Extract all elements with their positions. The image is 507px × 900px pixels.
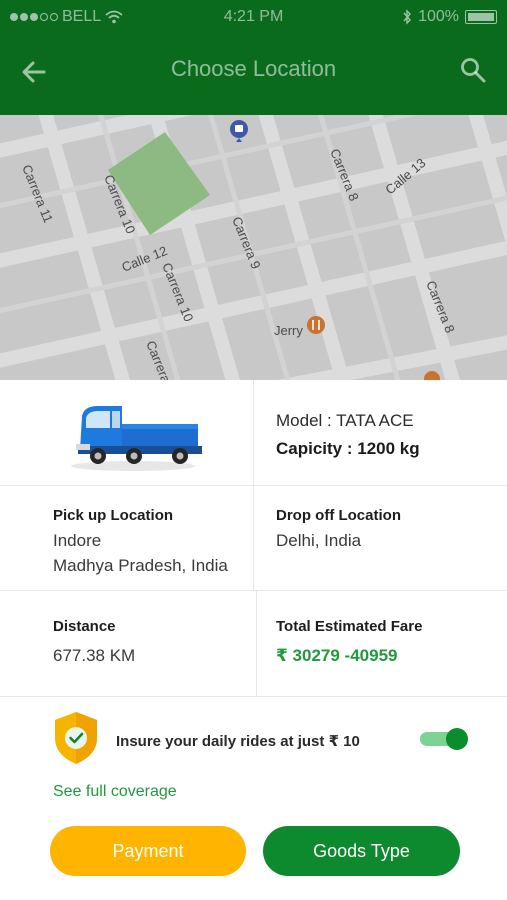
dropoff-cell[interactable]: Drop off Location Delhi, India bbox=[276, 486, 496, 590]
truck-image bbox=[71, 406, 202, 471]
vehicle-image-cell bbox=[0, 380, 253, 485]
insurance-toggle[interactable] bbox=[420, 728, 468, 750]
bluetooth-icon bbox=[403, 9, 412, 25]
app-header: BELL 4:21 PM 100% Choose Location bbox=[0, 0, 507, 115]
vehicle-info-cell: Model : TATA ACE Capicity : 1200 kg bbox=[276, 380, 496, 485]
pickup-heading: Pick up Location bbox=[53, 507, 174, 524]
locations-row: Pick up Location Indore Madhya Pradesh, … bbox=[0, 486, 507, 591]
svg-text:Jerry: Jerry bbox=[274, 323, 303, 338]
booking-sheet: Model : TATA ACE Capicity : 1200 kg Pick… bbox=[0, 380, 507, 900]
goods-type-button[interactable]: Goods Type bbox=[263, 826, 460, 876]
status-bar: BELL 4:21 PM 100% bbox=[0, 0, 507, 36]
page-title: Choose Location bbox=[170, 56, 337, 81]
pickup-city: Indore bbox=[53, 531, 102, 550]
trip-row: Distance 677.38 KM Total Estimated Fare … bbox=[0, 591, 507, 697]
vehicle-capacity: Capicity : 1200 kg bbox=[276, 439, 420, 458]
fare-value: ₹ 30279 -40959 bbox=[276, 646, 398, 665]
vehicle-row: Model : TATA ACE Capicity : 1200 kg bbox=[0, 380, 507, 486]
pickup-cell[interactable]: Pick up Location Indore Madhya Pradesh, … bbox=[53, 486, 253, 590]
vehicle-model: Model : TATA ACE bbox=[276, 411, 414, 430]
fare-heading: Total Estimated Fare bbox=[276, 618, 423, 635]
battery-icon bbox=[465, 10, 497, 24]
battery-percent: 100% bbox=[418, 8, 459, 25]
app-bar: Choose Location bbox=[0, 40, 507, 104]
dropoff-heading: Drop off Location bbox=[276, 507, 401, 524]
distance-heading: Distance bbox=[53, 618, 116, 635]
insurance-text: Insure your daily rides at just ₹ 10 bbox=[116, 733, 360, 750]
dropoff-city: Delhi, India bbox=[276, 531, 362, 550]
map-canvas: Carrera 11 Carrera 10 Calle 12 Carrera 1… bbox=[0, 115, 507, 380]
payment-button[interactable]: Payment bbox=[50, 826, 246, 876]
pickup-region: Madhya Pradesh, India bbox=[53, 556, 228, 575]
shield-check-icon bbox=[55, 712, 97, 764]
map-view[interactable]: Carrera 11 Carrera 10 Calle 12 Carrera 1… bbox=[0, 115, 507, 380]
distance-value: 677.38 KM bbox=[53, 646, 136, 665]
status-right: 100% bbox=[402, 8, 497, 26]
distance-cell: Distance 677.38 KM bbox=[53, 591, 253, 696]
see-coverage-link[interactable]: See full coverage bbox=[53, 783, 177, 801]
fare-cell: Total Estimated Fare ₹ 30279 -40959 bbox=[276, 591, 496, 696]
search-icon[interactable] bbox=[459, 56, 487, 84]
